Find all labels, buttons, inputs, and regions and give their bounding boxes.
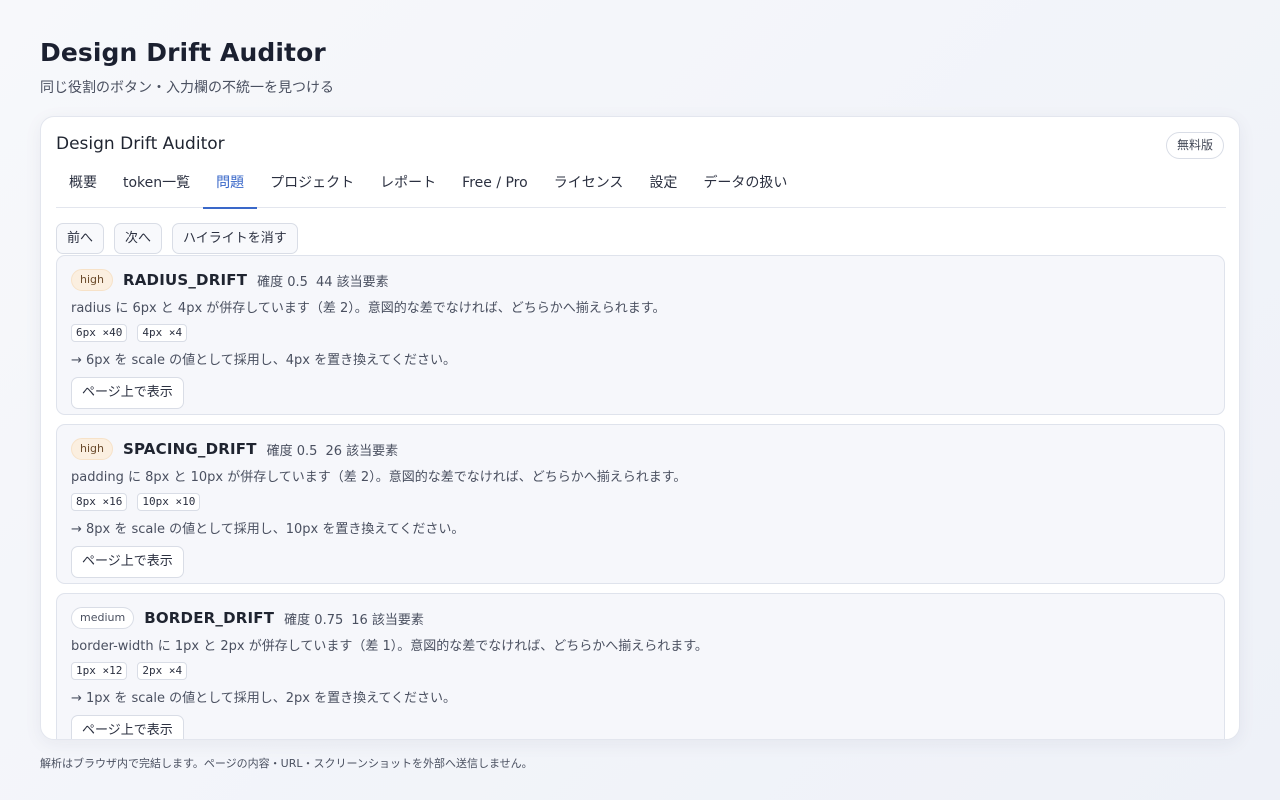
panel-title: Design Drift Auditor: [56, 134, 225, 154]
issue-card: medium BORDER_DRIFT 確度 0.75 16 該当要素 bord…: [56, 593, 1225, 739]
issue-description: radius に 6px と 4px が併存しています（差 2）。意図的な差でな…: [71, 301, 666, 316]
clear-highlight-button[interactable]: ハイライトを消す: [172, 223, 298, 254]
show-on-page-button[interactable]: ページ上で表示: [71, 377, 184, 409]
issue-confidence: 確度 0.5: [257, 274, 308, 290]
issue-toolbar: 前へ 次へ ハイライトを消す: [56, 223, 298, 254]
issue-count: 16 該当要素: [351, 612, 424, 628]
issue-list: high RADIUS_DRIFT 確度 0.5 44 該当要素 radius …: [56, 255, 1225, 739]
value-chips: 8px ×16 10px ×10: [71, 493, 1210, 511]
value-chip: 6px ×40: [71, 324, 128, 342]
issue-header: high RADIUS_DRIFT 確度 0.5 44 該当要素: [71, 268, 1210, 292]
tab-report[interactable]: レポート: [367, 168, 449, 208]
issue-count: 26 該当要素: [325, 443, 399, 459]
value-chips: 6px ×40 4px ×4: [71, 324, 1210, 342]
issue-recommendation: → 6px を scale の値として採用し、4px を置き換えてください。: [71, 353, 457, 368]
tab-overview[interactable]: 概要: [56, 168, 110, 208]
page-subtitle: 同じ役割のボタン・入力欄の不統一を見つける: [40, 80, 334, 96]
issue-recommendation: → 8px を scale の値として採用し、10px を置き換えてください。: [71, 522, 465, 537]
issue-description: padding に 8px と 10px が併存しています（差 2）。意図的な差…: [71, 470, 687, 485]
auditor-panel: Design Drift Auditor 無料版 概要 token一覧 問題 プ…: [40, 116, 1240, 740]
tab-project[interactable]: プロジェクト: [257, 168, 367, 208]
page-header: Design Drift Auditor 同じ役割のボタン・入力欄の不統一を見つ…: [40, 38, 334, 97]
plan-badge: 無料版: [1165, 132, 1224, 159]
page-title: Design Drift Auditor: [40, 38, 326, 67]
value-chip: 8px ×16: [71, 493, 128, 511]
value-chip: 2px ×4: [137, 662, 188, 680]
tab-free-pro[interactable]: Free / Pro: [449, 168, 541, 208]
issue-header: medium BORDER_DRIFT 確度 0.75 16 該当要素: [71, 606, 1210, 630]
prev-button[interactable]: 前へ: [56, 223, 105, 254]
tab-settings[interactable]: 設定: [636, 168, 690, 208]
severity-badge: high: [71, 438, 113, 460]
tab-token-list[interactable]: token一覧: [110, 168, 203, 208]
issue-confidence: 確度 0.5: [266, 443, 318, 459]
issue-count: 44 該当要素: [315, 274, 389, 290]
next-button[interactable]: 次へ: [114, 223, 163, 254]
privacy-note: 解析はブラウザ内で完結します。ページの内容・URL・スクリーンショットを外部へ送…: [40, 757, 533, 770]
issue-card: high RADIUS_DRIFT 確度 0.5 44 該当要素 radius …: [56, 255, 1225, 415]
show-on-page-button[interactable]: ページ上で表示: [71, 546, 184, 578]
issue-confidence: 確度 0.75: [284, 612, 344, 628]
issue-code: SPACING_DRIFT: [122, 440, 257, 458]
value-chip: 4px ×4: [137, 324, 188, 342]
issue-recommendation: → 1px を scale の値として採用し、2px を置き換えてください。: [71, 691, 457, 706]
issue-description: border-width に 1px と 2px が併存しています（差 1）。意…: [71, 639, 708, 654]
severity-badge: high: [71, 269, 113, 291]
issue-code: RADIUS_DRIFT: [122, 271, 248, 289]
value-chips: 1px ×12 2px ×4: [71, 662, 1210, 680]
tab-data-handling[interactable]: データの扱い: [690, 168, 800, 208]
tab-license[interactable]: ライセンス: [541, 168, 637, 208]
severity-badge: medium: [71, 607, 135, 629]
issue-card: high SPACING_DRIFT 確度 0.5 26 該当要素 paddin…: [56, 424, 1225, 584]
value-chip: 1px ×12: [71, 662, 128, 680]
issue-code: BORDER_DRIFT: [144, 609, 275, 627]
tab-issues[interactable]: 問題: [203, 168, 258, 209]
value-chip: 10px ×10: [137, 493, 201, 511]
show-on-page-button[interactable]: ページ上で表示: [71, 715, 184, 739]
tab-bar: 概要 token一覧 問題 プロジェクト レポート Free / Pro ライセ…: [56, 168, 1226, 209]
issue-header: high SPACING_DRIFT 確度 0.5 26 該当要素: [71, 437, 1210, 461]
